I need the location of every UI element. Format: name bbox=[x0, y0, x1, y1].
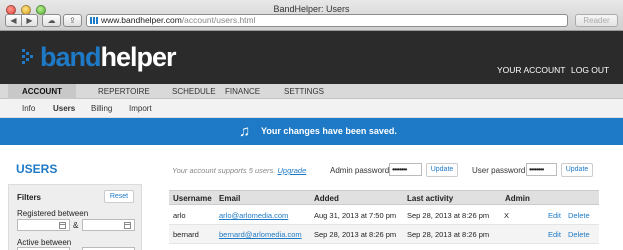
table-header-row: Username Email Added Last activity Admin bbox=[169, 190, 599, 205]
registered-between-label: Registered between bbox=[17, 209, 89, 218]
admin-password-label: Admin password: bbox=[330, 166, 392, 175]
logout-link[interactable]: LOG OUT bbox=[571, 65, 609, 75]
registered-from-input[interactable] bbox=[17, 219, 70, 231]
column-header-last-activity[interactable]: Last activity bbox=[407, 194, 453, 203]
column-header-admin[interactable]: Admin bbox=[505, 194, 530, 203]
date-range-ampersand: & bbox=[73, 221, 79, 230]
user-limit-text: Your account supports 5 users. bbox=[172, 166, 276, 175]
share-button[interactable]: ⇪ bbox=[63, 14, 82, 27]
admin-password-field[interactable]: •••••••• bbox=[389, 163, 422, 176]
main-nav: ACCOUNT REPERTOIRE SCHEDULE FINANCE SETT… bbox=[0, 84, 623, 99]
main-nav-repertoire[interactable]: REPERTOIRE bbox=[98, 87, 150, 96]
cloud-icon: ☁ bbox=[47, 16, 56, 25]
browser-titlebar: BandHelper: Users ◀ ▶ ☁ ⇪ www.bandhelper… bbox=[0, 0, 623, 31]
user-password-label: User password: bbox=[472, 166, 528, 175]
cell-email-link[interactable]: bernard@arlomedia.com bbox=[219, 230, 302, 239]
sub-nav-billing[interactable]: Billing bbox=[91, 104, 112, 113]
back-arrow-icon: ◀ bbox=[10, 16, 17, 25]
edit-link[interactable]: Edit bbox=[548, 230, 561, 239]
sub-nav-info[interactable]: Info bbox=[22, 104, 35, 113]
sub-nav: Info Users Billing Import bbox=[0, 99, 623, 118]
cell-admin: X bbox=[504, 211, 510, 220]
main-nav-account[interactable]: ACCOUNT bbox=[22, 87, 62, 96]
column-header-email[interactable]: Email bbox=[219, 194, 240, 203]
edit-link[interactable]: Edit bbox=[548, 211, 561, 220]
cell-email-link[interactable]: arlo@arlomedia.com bbox=[219, 211, 288, 220]
logo-text-band: band bbox=[40, 42, 101, 72]
main-nav-settings[interactable]: SETTINGS bbox=[284, 87, 324, 96]
address-bar[interactable]: www.bandhelper.com/account/users.html bbox=[86, 14, 568, 27]
reset-button[interactable]: Reset bbox=[104, 190, 134, 203]
page-title: USERS bbox=[16, 162, 58, 176]
sub-nav-import[interactable]: Import bbox=[129, 104, 152, 113]
music-note-icon: ♫ bbox=[239, 123, 251, 140]
main-nav-finance[interactable]: FINANCE bbox=[225, 87, 260, 96]
cell-added: Aug 31, 2013 at 7:50 pm bbox=[314, 211, 397, 220]
url-host: www.bandhelper.com bbox=[101, 15, 182, 25]
filters-heading: Filters bbox=[17, 193, 42, 202]
calendar-icon[interactable] bbox=[59, 222, 66, 229]
back-button[interactable]: ◀ bbox=[5, 14, 22, 27]
main-nav-schedule[interactable]: SCHEDULE bbox=[172, 87, 216, 96]
your-account-link[interactable]: YOUR ACCOUNT bbox=[497, 65, 565, 75]
cell-username: arlo bbox=[173, 211, 186, 220]
share-icon: ⇪ bbox=[69, 16, 76, 25]
cell-added: Sep 28, 2013 at 8:26 pm bbox=[314, 230, 397, 239]
update-user-password-button[interactable]: Update bbox=[561, 163, 593, 177]
forward-button[interactable]: ▶ bbox=[21, 14, 38, 27]
update-admin-password-button[interactable]: Update bbox=[426, 163, 458, 177]
logo-arrow-icon bbox=[22, 49, 36, 65]
saved-message: Your changes have been saved. bbox=[261, 126, 397, 136]
table-row: bernard bernard@arlomedia.com Sep 28, 20… bbox=[169, 225, 599, 244]
saved-banner: ♫ Your changes have been saved. bbox=[0, 118, 623, 145]
logo-text-helper: helper bbox=[100, 42, 177, 72]
sub-nav-users[interactable]: Users bbox=[53, 104, 75, 113]
window-title: BandHelper: Users bbox=[273, 4, 350, 14]
forward-arrow-icon: ▶ bbox=[26, 16, 33, 25]
user-limit-note: Your account supports 5 users. Upgrade bbox=[172, 166, 306, 175]
reader-button[interactable]: Reader bbox=[575, 14, 618, 27]
icloud-tabs-button[interactable]: ☁ bbox=[42, 14, 61, 27]
site-favicon-icon bbox=[90, 17, 98, 24]
active-between-label: Active between bbox=[17, 238, 72, 247]
cell-last-activity: Sep 28, 2013 at 8:26 pm bbox=[407, 230, 490, 239]
column-header-added[interactable]: Added bbox=[314, 194, 339, 203]
delete-link[interactable]: Delete bbox=[568, 211, 590, 220]
table-row: arlo arlo@arlomedia.com Aug 31, 2013 at … bbox=[169, 206, 599, 225]
upgrade-link[interactable]: Upgrade bbox=[278, 166, 307, 175]
calendar-icon[interactable] bbox=[124, 222, 131, 229]
column-header-username[interactable]: Username bbox=[173, 194, 212, 203]
registered-to-input[interactable] bbox=[82, 219, 135, 231]
app-header: bandhelper YOUR ACCOUNT LOG OUT bbox=[0, 31, 623, 84]
cell-last-activity: Sep 28, 2013 at 8:26 pm bbox=[407, 211, 490, 220]
delete-link[interactable]: Delete bbox=[568, 230, 590, 239]
user-password-field[interactable]: •••••••• bbox=[526, 163, 557, 176]
url-path: /account/users.html bbox=[181, 15, 256, 25]
cell-username: bernard bbox=[173, 230, 199, 239]
